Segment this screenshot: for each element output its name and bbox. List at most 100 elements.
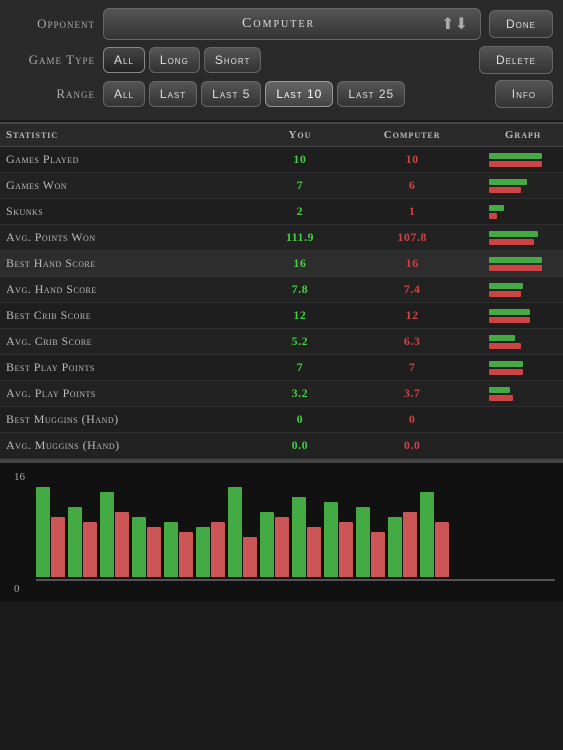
table-row: Best Muggins (Hand)00: [0, 407, 563, 433]
chart-bar-red: [275, 517, 289, 577]
stat-graph: [483, 251, 563, 277]
stat-graph: [483, 277, 563, 303]
stat-computer: 10: [341, 147, 483, 173]
chevron-icon: ⬆⬇: [441, 14, 468, 34]
chart-bar-pair: [388, 512, 417, 577]
chart-bar-pair: [356, 507, 385, 577]
chart-bar-green: [196, 527, 210, 577]
done-button[interactable]: Done: [489, 10, 553, 38]
chart-bar-red: [179, 532, 193, 577]
chart-bar-pair: [292, 497, 321, 577]
stat-you: 0: [259, 407, 342, 433]
chart-bar-green: [324, 502, 338, 577]
chart-bar-green: [228, 487, 242, 577]
stat-you: 5.2: [259, 329, 342, 355]
game-type-all[interactable]: All: [103, 47, 145, 73]
table-row: Avg. Hand Score7.87.4: [0, 277, 563, 303]
range-last[interactable]: Last: [149, 81, 197, 107]
range-buttons: All Last Last 5 Last 10 Last 25: [103, 81, 487, 107]
chart-bar-pair: [100, 492, 129, 577]
stat-computer: 0: [341, 407, 483, 433]
stat-label: Avg. Play Points: [0, 381, 259, 407]
stat-graph: [483, 199, 563, 225]
range-last5[interactable]: Last 5: [201, 81, 261, 107]
opponent-value: Computer: [116, 16, 441, 32]
table-row: Avg. Play Points3.23.7: [0, 381, 563, 407]
table-row: Games Won76: [0, 173, 563, 199]
chart-bar-green: [100, 492, 114, 577]
table-row: Best Play Points77: [0, 355, 563, 381]
game-type-buttons: All Long Short: [103, 47, 471, 73]
stat-label: Best Crib Score: [0, 303, 259, 329]
stat-label: Skunks: [0, 199, 259, 225]
stat-graph: [483, 329, 563, 355]
stat-computer: 6.3: [341, 329, 483, 355]
stats-scroll[interactable]: Statistic You Computer Graph Games Playe…: [0, 124, 563, 459]
chart-bar-red: [435, 522, 449, 577]
chart-bar-green: [68, 507, 82, 577]
table-row: Best Crib Score1212: [0, 303, 563, 329]
chart-bar-green: [260, 512, 274, 577]
chart-bar-red: [339, 522, 353, 577]
stat-computer: 7.4: [341, 277, 483, 303]
chart-bar-pair: [68, 507, 97, 577]
info-button[interactable]: Info: [495, 80, 553, 108]
chart-bar-green: [132, 517, 146, 577]
chart-bar-red: [51, 517, 65, 577]
stat-you: 0.0: [259, 433, 342, 459]
range-last25[interactable]: Last 25: [337, 81, 405, 107]
chart-label-bottom: 0: [14, 583, 20, 595]
range-label: Range: [10, 86, 95, 102]
chart-bar-pair: [36, 487, 65, 577]
chart-bar-green: [388, 517, 402, 577]
delete-button[interactable]: Delete: [479, 46, 553, 74]
col-computer: Computer: [341, 124, 483, 147]
stat-you: 2: [259, 199, 342, 225]
chart-bar-red: [307, 527, 321, 577]
stat-label: Games Played: [0, 147, 259, 173]
stat-graph: [483, 381, 563, 407]
stat-computer: 7: [341, 355, 483, 381]
chart-bar-green: [36, 487, 50, 577]
game-type-short[interactable]: Short: [204, 47, 262, 73]
table-row: Avg. Points Won111.9107.8: [0, 225, 563, 251]
col-statistic: Statistic: [0, 124, 259, 147]
opponent-dropdown[interactable]: Computer ⬆⬇: [103, 8, 481, 40]
chart-bar-pair: [164, 522, 193, 577]
game-type-row: Game Type All Long Short Delete: [10, 46, 553, 74]
chart-bar-green: [420, 492, 434, 577]
stat-label: Best Muggins (Hand): [0, 407, 259, 433]
stat-label: Avg. Hand Score: [0, 277, 259, 303]
stat-label: Games Won: [0, 173, 259, 199]
range-last10[interactable]: Last 10: [265, 81, 333, 107]
stat-computer: 6: [341, 173, 483, 199]
chart-bar-green: [164, 522, 178, 577]
stat-you: 111.9: [259, 225, 342, 251]
game-type-label: Game Type: [10, 52, 95, 68]
chart-bar-pair: [132, 517, 161, 577]
chart-bars: [36, 469, 555, 579]
opponent-label: Opponent: [10, 16, 95, 32]
table-row: Skunks21: [0, 199, 563, 225]
stat-you: 10: [259, 147, 342, 173]
game-type-long[interactable]: Long: [149, 47, 200, 73]
table-row: Avg. Crib Score5.26.3: [0, 329, 563, 355]
chart-bar-red: [115, 512, 129, 577]
col-graph: Graph: [483, 124, 563, 147]
table-row: Best Hand Score1616: [0, 251, 563, 277]
chart-bar-green: [356, 507, 370, 577]
stat-you: 7.8: [259, 277, 342, 303]
stat-computer: 12: [341, 303, 483, 329]
stat-graph: [483, 225, 563, 251]
chart-container: 16 0: [0, 461, 563, 601]
range-all[interactable]: All: [103, 81, 145, 107]
chart-bar-pair: [260, 512, 289, 577]
chart-bar-pair: [324, 502, 353, 577]
chart-label-top: 16: [14, 471, 25, 483]
stat-computer: 16: [341, 251, 483, 277]
table-row: Games Played1010: [0, 147, 563, 173]
stat-label: Avg. Points Won: [0, 225, 259, 251]
stat-graph: [483, 355, 563, 381]
stat-graph: [483, 407, 563, 433]
stat-label: Best Play Points: [0, 355, 259, 381]
